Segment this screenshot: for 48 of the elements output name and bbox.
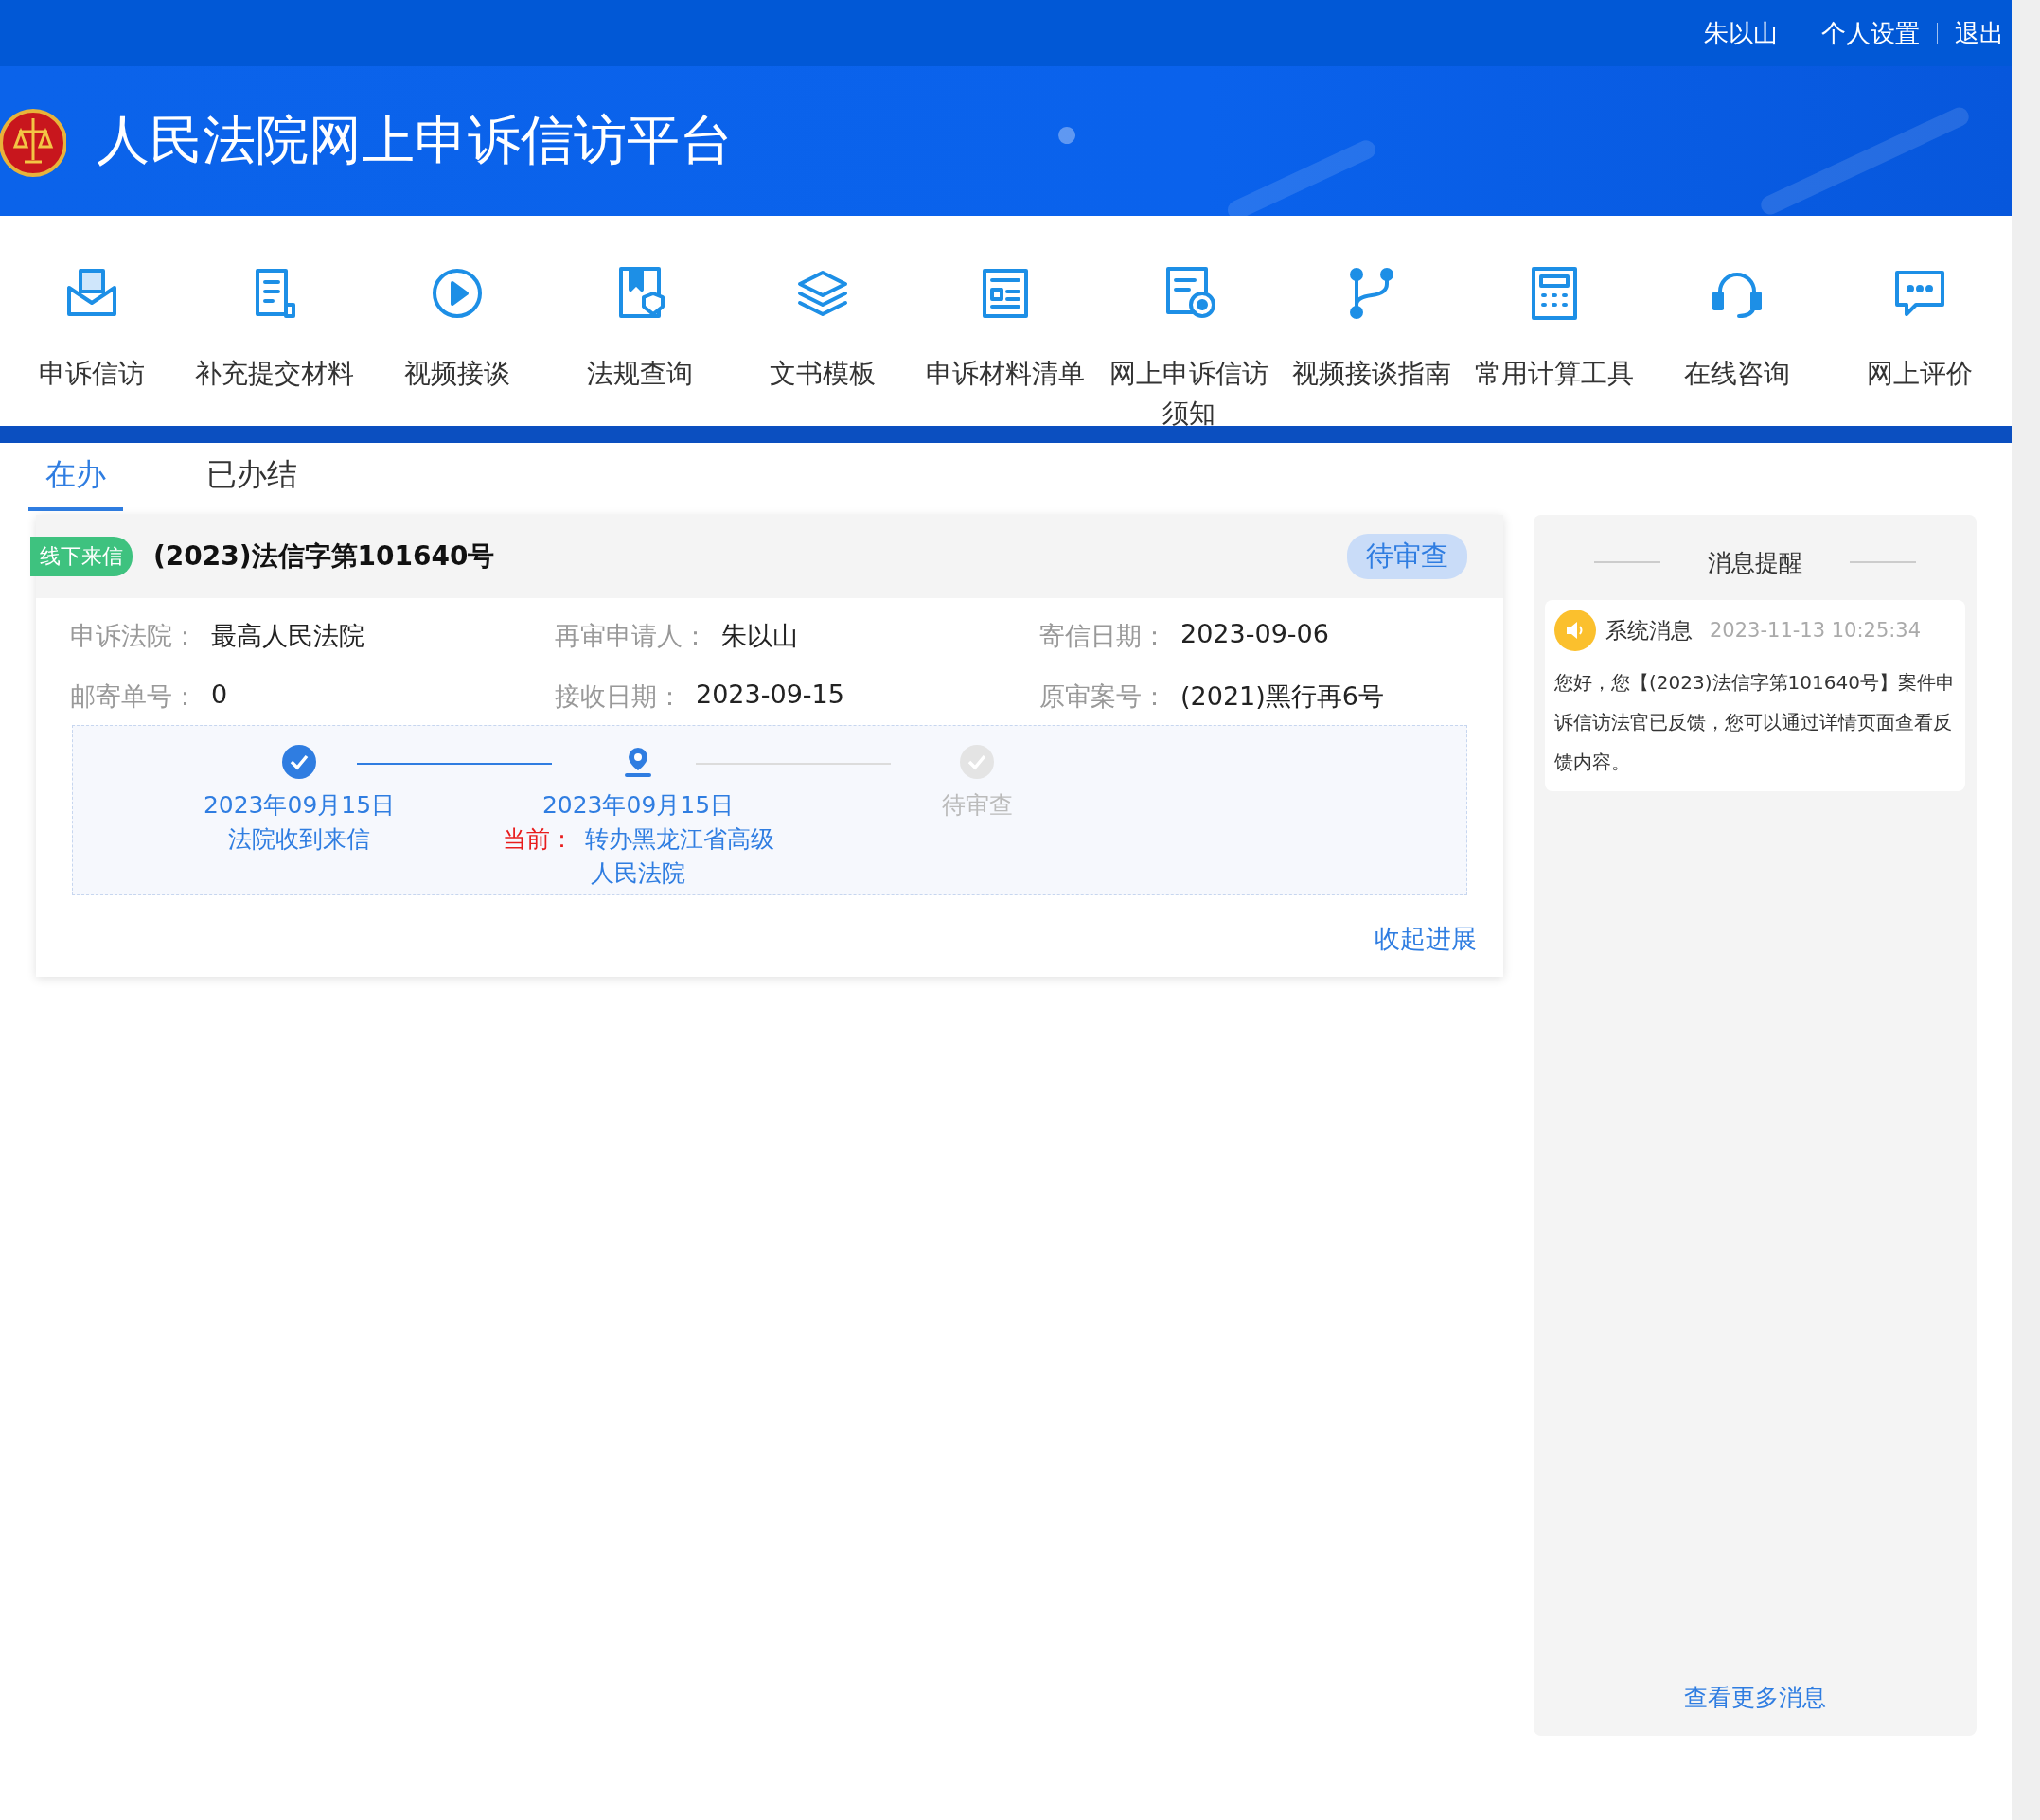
collapse-link[interactable]: 收起进展: [1375, 922, 1477, 956]
field-value: 0: [211, 680, 228, 711]
case-number[interactable]: (2023)法信字第101640号: [153, 539, 1347, 574]
field-value: 最高人民法院: [211, 620, 364, 652]
field-label: 申诉法院：: [70, 620, 198, 652]
nav-item[interactable]: 文书模板: [731, 265, 914, 394]
platform-title: 人民法院网上申诉信访平台: [97, 108, 733, 172]
step-description: 当前： 转办黑龙江省高级人民法院: [501, 824, 775, 889]
tab[interactable]: 已办结: [189, 443, 314, 511]
field-label: 邮寄单号：: [70, 680, 198, 713]
nav-item[interactable]: 视频接谈指南: [1280, 265, 1463, 394]
field-label: 寄信日期：: [1039, 620, 1167, 652]
field-value: (2021)黑行再6号: [1180, 680, 1384, 713]
top-link[interactable]: 退出: [1955, 16, 2004, 50]
tab[interactable]: 在办: [28, 443, 123, 511]
nav-item[interactable]: 视频接谈: [365, 265, 549, 394]
nav-item[interactable]: 网上申诉信访须知: [1097, 265, 1281, 433]
check-icon: [960, 745, 994, 779]
message-card[interactable]: 系统消息 2023-11-13 10:25:34 您好，您【(2023)法信字第101640号】案件申诉信访法官已反馈，您可以通过详情页面查看反馈内容。: [1545, 600, 1965, 791]
field-value: 2023-09-15: [696, 680, 844, 711]
field-value: 2023-09-06: [1180, 619, 1329, 650]
nav-item[interactable]: 在线咨询: [1645, 265, 1829, 394]
field-label: 再审申请人：: [555, 620, 708, 652]
nav-item[interactable]: 补充提交材料: [183, 265, 366, 394]
nav-item[interactable]: 法规查询: [548, 265, 732, 394]
step-description: 法院收到来信: [227, 824, 371, 855]
status-badge: 待审查: [1347, 534, 1467, 579]
panel-title: 消息提醒: [1708, 547, 1802, 578]
field-label: 原审案号：: [1039, 680, 1167, 713]
step-description: 待审查: [940, 790, 1014, 821]
message-text: 您好，您【(2023)法信字第101640号】案件申诉信访法官已反馈，您可以通过详情页面查看反馈内容。: [1554, 670, 1956, 775]
step-date: 2023年09月15日: [203, 790, 396, 821]
field-value: 朱以山: [721, 620, 798, 652]
nav-item[interactable]: 常用计算工具: [1463, 265, 1646, 394]
message-source: 系统消息: [1605, 616, 1693, 645]
source-tag: 线下来信: [30, 537, 133, 576]
field-label: 接收日期：: [555, 680, 683, 713]
nav-item[interactable]: 申诉信访: [0, 265, 184, 394]
location-pin-icon: [624, 746, 652, 778]
nav-item[interactable]: 申诉材料清单: [914, 265, 1098, 394]
user-name[interactable]: 朱以山: [1704, 16, 1778, 50]
top-link[interactable]: 个人设置: [1821, 16, 1920, 50]
nav-item[interactable]: 网上评价: [1828, 265, 2012, 394]
speaker-icon: [1554, 610, 1596, 651]
step-date: 2023年09月15日: [541, 790, 735, 821]
more-messages-link[interactable]: 查看更多消息: [1684, 1682, 1826, 1713]
check-icon: [282, 745, 316, 779]
message-time: 2023-11-13 10:25:34: [1710, 619, 1922, 642]
